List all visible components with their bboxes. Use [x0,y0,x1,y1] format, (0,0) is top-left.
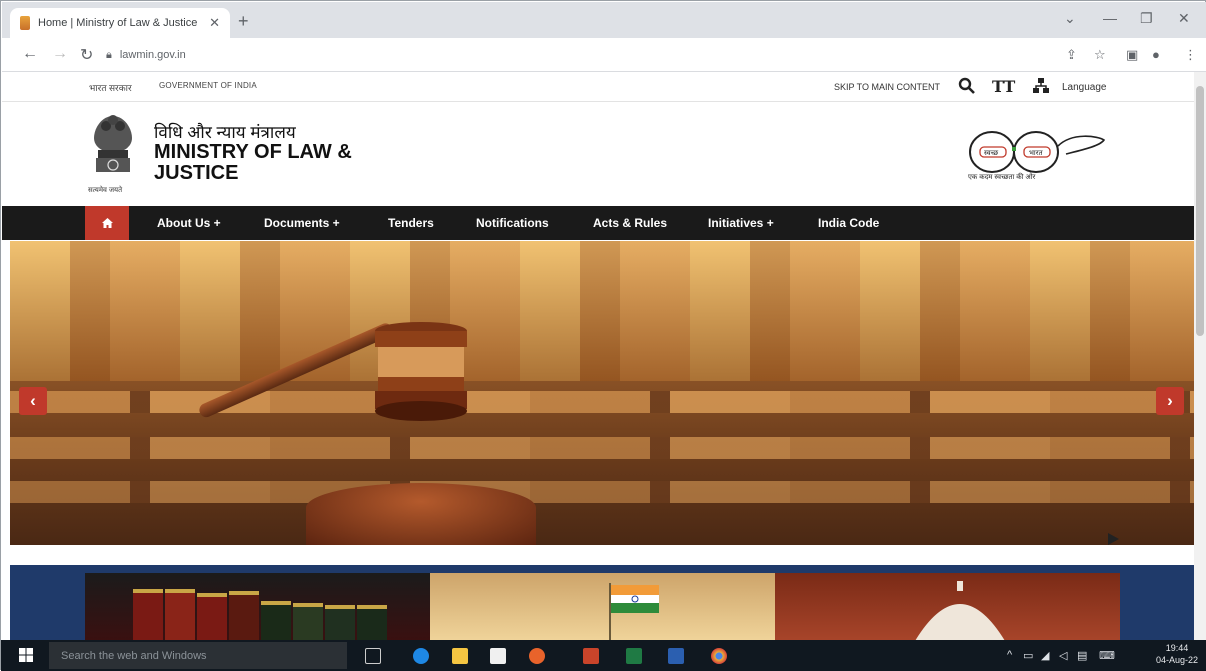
back-icon[interactable]: ← [22,45,38,63]
minimize-icon[interactable]: — [1103,10,1117,26]
windows-taskbar: Search the web and Windows ^ ▭ ◢ ◁ ▤ ⌨ 1… [1,640,1206,671]
close-tab-icon[interactable]: ✕ [209,15,220,31]
clock-time: 19:44 [1165,643,1189,653]
notifications-icon[interactable]: ▤ [1077,649,1087,662]
nav-initiatives[interactable]: Initiatives + [708,216,774,230]
nav-acts-rules[interactable]: Acts & Rules [593,216,667,230]
carousel-prev-button[interactable]: ‹ [19,387,47,415]
powerpoint-icon[interactable] [583,648,599,664]
keyboard-icon[interactable]: ⌨ [1099,649,1115,662]
scrollbar-thumb[interactable] [1196,86,1204,336]
reload-icon[interactable]: ↻ [80,45,93,65]
address-bar-row: ← → ↻ 🔒︎ lawmin.gov.in ⇪ ☆ ▣ ● ⋮ [2,38,1206,72]
side-panel-icon[interactable]: ▣ [1126,47,1138,63]
nav-about-us[interactable]: About Us + [157,216,221,230]
home-button[interactable] [85,206,129,240]
site-header: सत्यमेव जयते विधि और न्याय मंत्रालय MINI… [2,102,1194,206]
skip-to-main-link[interactable]: SKIP TO MAIN CONTENT [834,82,940,92]
chrome-icon[interactable] [711,648,727,664]
national-emblem-icon[interactable] [84,110,142,180]
bookmark-star-icon[interactable]: ☆ [1094,47,1106,63]
swachh-left-text: स्वच्छ [984,149,999,157]
page-scrollbar[interactable] [1194,72,1206,640]
government-bar: भारत सरकार GOVERNMENT OF INDIA SKIP TO M… [2,72,1194,102]
wifi-icon[interactable]: ◢ [1041,649,1049,662]
tab-title: Home | Ministry of Law & Justice [38,17,198,29]
gavel-sound-block [306,483,536,545]
ministry-title[interactable]: MINISTRY OF LAW & JUSTICE [154,142,394,184]
clock-date: 04-Aug-22 [1156,655,1199,665]
main-navigation: About Us + Documents + Tenders Notificat… [2,206,1194,240]
swachh-tagline: एक कदम स्वच्छता की ओर [968,174,1036,181]
edge-icon[interactable] [413,648,429,664]
taskbar-clock[interactable]: 19:44 04-Aug-22 [1156,642,1198,666]
language-selector[interactable]: Language [1062,82,1107,93]
browser-tab[interactable]: Home | Ministry of Law & Justice ✕ [10,8,230,38]
emblem-motto: सत्यमेव जयते [88,187,123,194]
nav-tenders[interactable]: Tenders [388,216,434,230]
sitemap-icon[interactable] [1032,77,1050,100]
task-view-icon[interactable] [365,648,381,664]
font-size-icon[interactable]: TT [992,77,1015,96]
tab-search-icon[interactable]: ⌄ [1064,10,1076,27]
browser-window: Home | Ministry of Law & Justice ✕ + ⌄ —… [0,0,1206,671]
restore-icon[interactable]: ❐ [1140,10,1153,27]
firefox-icon[interactable] [529,648,545,664]
gov-english-label: GOVERNMENT OF INDIA [159,81,257,90]
close-window-icon[interactable]: ✕ [1178,10,1190,27]
nav-documents[interactable]: Documents + [264,216,340,230]
windows-start-icon[interactable] [19,648,33,662]
store-icon[interactable] [490,648,506,664]
ministry-hindi-title: विधि और न्याय मंत्रालय [154,123,296,142]
tray-arrow-icon[interactable]: ^ [1007,649,1012,661]
battery-icon[interactable]: ▭ [1023,649,1033,662]
home-icon [101,218,113,228]
forward-icon[interactable]: → [52,45,68,63]
taskbar-search-input[interactable]: Search the web and Windows [49,642,347,669]
swachh-right-text: भारत [1029,149,1044,157]
favicon-icon [20,16,30,30]
gov-hindi-label: भारत सरकार [89,83,132,93]
excel-icon[interactable] [626,648,642,664]
new-tab-icon[interactable]: + [238,11,249,32]
volume-icon[interactable]: ◁ [1059,649,1067,662]
carousel-play-icon[interactable] [1108,533,1119,545]
nav-notifications[interactable]: Notifications [476,216,549,230]
web-page: भारत सरकार GOVERNMENT OF INDIA SKIP TO M… [2,72,1206,640]
feature-card-dome[interactable] [775,573,1120,640]
profile-avatar-icon[interactable]: ● [1152,47,1160,62]
feature-card-flag[interactable] [430,573,775,640]
share-icon[interactable]: ⇪ [1066,47,1077,63]
word-icon[interactable] [668,648,684,664]
feature-card-books[interactable] [85,573,430,640]
tab-strip: Home | Ministry of Law & Justice ✕ + ⌄ —… [2,2,1206,38]
lock-icon: 🔒︎ [106,48,112,61]
url-text: lawmin.gov.in [119,49,186,61]
file-explorer-icon[interactable] [452,648,468,664]
hero-carousel-image [10,241,1194,545]
omnibox[interactable]: 🔒︎ lawmin.gov.in [106,44,1076,66]
gavel-icon [375,322,467,421]
carousel-next-button[interactable]: › [1156,387,1184,415]
menu-kebab-icon[interactable]: ⋮ [1184,47,1197,63]
nav-india-code[interactable]: India Code [818,216,879,230]
search-icon[interactable] [958,77,976,100]
